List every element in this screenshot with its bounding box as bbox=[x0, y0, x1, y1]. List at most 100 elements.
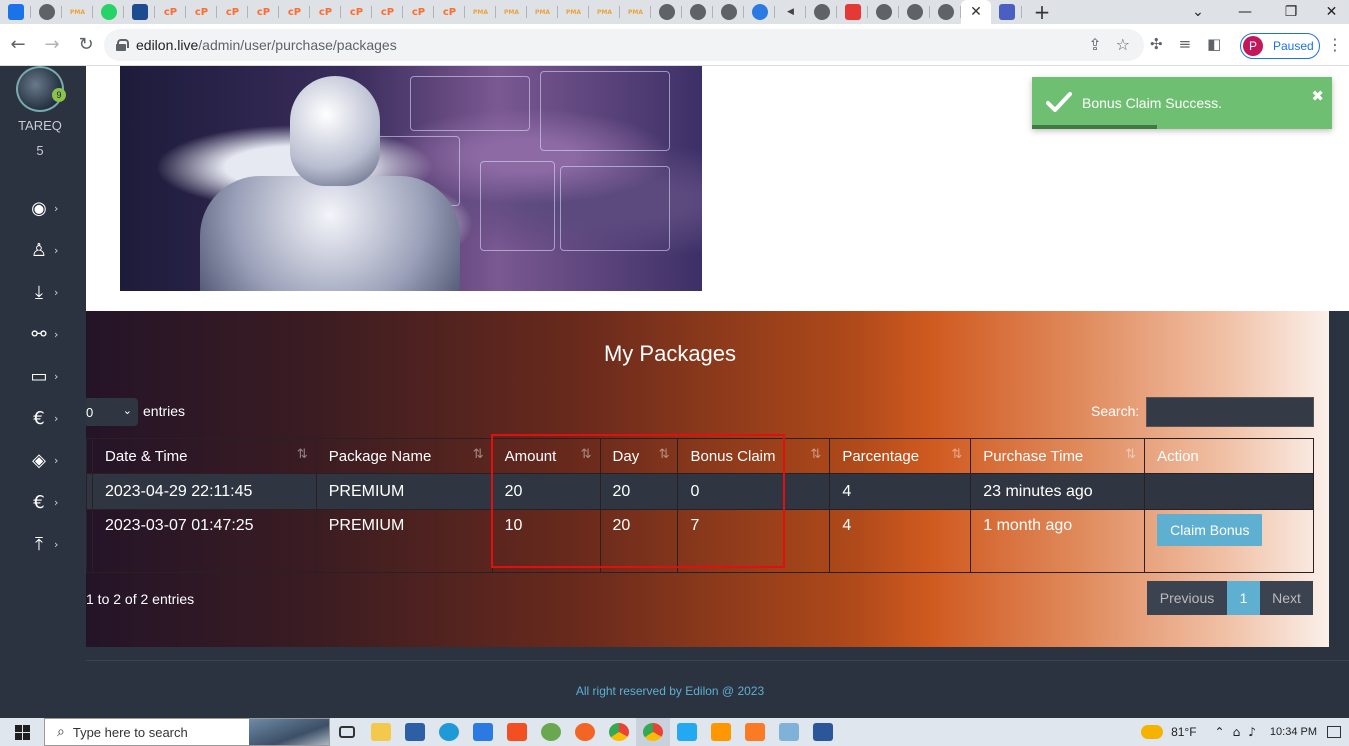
sidebar-item[interactable]: ⚯ › bbox=[28, 322, 68, 346]
sidebar-item[interactable]: ♙ › bbox=[28, 238, 68, 262]
chrome-active-icon[interactable] bbox=[636, 718, 670, 746]
browser-tab[interactable]: cP bbox=[248, 0, 279, 24]
column-header[interactable]: Purchase Time ⇅ bbox=[970, 438, 1146, 474]
sidebar-item[interactable]: ◈ › bbox=[28, 448, 68, 472]
close-window-button[interactable]: ✕ bbox=[1314, 0, 1349, 24]
sublime-icon[interactable] bbox=[704, 718, 738, 746]
store-icon[interactable] bbox=[500, 718, 534, 746]
browser-tab[interactable]: PMA bbox=[620, 0, 651, 24]
extensions-puzzle-icon[interactable]: ✣ bbox=[1150, 35, 1163, 53]
browser-tab[interactable] bbox=[124, 0, 155, 24]
bookmark-star-icon[interactable]: ☆ bbox=[1116, 35, 1130, 54]
sidebar-item[interactable]: ⤓ › bbox=[28, 280, 68, 304]
previous-button[interactable]: Previous bbox=[1147, 581, 1227, 615]
close-tab-icon[interactable]: ✕ bbox=[970, 4, 982, 20]
browser-tab[interactable]: PMA bbox=[62, 0, 93, 24]
active-tab[interactable]: ✕ bbox=[961, 0, 991, 24]
browser-tab[interactable]: cP bbox=[434, 0, 465, 24]
mail-icon[interactable] bbox=[466, 718, 500, 746]
back-arrow-icon[interactable]: ← bbox=[2, 29, 34, 61]
minimize-button[interactable]: — bbox=[1222, 0, 1268, 24]
browser-tab[interactable]: cP bbox=[310, 0, 341, 24]
column-header[interactable]: Date & Time ⇅ bbox=[91, 438, 317, 474]
taskbar-search-box[interactable]: ⌕ Type here to search bbox=[44, 718, 330, 746]
browser-tab[interactable] bbox=[651, 0, 682, 24]
volume-icon[interactable]: ♪ bbox=[1248, 725, 1256, 739]
browser-tab[interactable]: ◀ bbox=[775, 0, 806, 24]
browser-tab[interactable] bbox=[744, 0, 775, 24]
next-button[interactable]: Next bbox=[1260, 581, 1313, 615]
browser-tab[interactable] bbox=[806, 0, 837, 24]
browser-tab[interactable] bbox=[682, 0, 713, 24]
share-icon[interactable]: ⇪ bbox=[1088, 35, 1101, 54]
reload-icon[interactable]: ↻ bbox=[70, 29, 102, 61]
browser-tab[interactable]: cP bbox=[155, 0, 186, 24]
browser-tab[interactable]: PMA bbox=[558, 0, 589, 24]
browser-tab[interactable]: cP bbox=[279, 0, 310, 24]
sidebar-item[interactable]: ▭ › bbox=[28, 364, 68, 388]
browser-tab[interactable] bbox=[837, 0, 868, 24]
word-icon[interactable] bbox=[806, 718, 840, 746]
sidebar-item[interactable]: ◉ › bbox=[28, 196, 68, 220]
page-1-button[interactable]: 1 bbox=[1227, 581, 1260, 615]
download-icon: ⤓ bbox=[35, 281, 43, 303]
network-icon[interactable]: ⌂ bbox=[1233, 725, 1241, 739]
app-icon[interactable] bbox=[568, 718, 602, 746]
column-header[interactable]: Parcentage ⇅ bbox=[829, 438, 972, 474]
sidebar-item[interactable]: € › bbox=[28, 406, 68, 430]
app-icon[interactable] bbox=[534, 718, 568, 746]
browser-tab[interactable]: PMA bbox=[589, 0, 620, 24]
browser-tab[interactable] bbox=[713, 0, 744, 24]
sidebar-item[interactable]: € › bbox=[28, 490, 68, 514]
app-icon[interactable] bbox=[772, 718, 806, 746]
tray-chevron-icon[interactable]: ⌃ bbox=[1215, 725, 1225, 739]
tab-search-chevron-icon[interactable]: ⌄ bbox=[1175, 0, 1221, 24]
temperature[interactable]: 81°F bbox=[1171, 725, 1196, 739]
cell-date: 2023-03-07 01:47:25 bbox=[91, 509, 317, 573]
claim-bonus-button[interactable]: Claim Bonus bbox=[1157, 514, 1263, 546]
browser-tab[interactable]: cP bbox=[403, 0, 434, 24]
task-view-icon[interactable] bbox=[330, 718, 364, 746]
column-header[interactable]: Amount ⇅ bbox=[491, 438, 601, 474]
menu-kebab-icon[interactable]: ⋮ bbox=[1327, 35, 1343, 54]
browser-tab[interactable]: PMA bbox=[527, 0, 558, 24]
search-input[interactable] bbox=[1146, 397, 1314, 427]
browser-tab[interactable]: cP bbox=[186, 0, 217, 24]
start-button[interactable] bbox=[0, 718, 44, 746]
forward-arrow-icon[interactable]: → bbox=[36, 29, 68, 61]
browser-tab[interactable]: cP bbox=[341, 0, 372, 24]
browser-tab[interactable]: PMA bbox=[465, 0, 496, 24]
column-header[interactable]: Package Name ⇅ bbox=[315, 438, 493, 474]
reading-list-icon[interactable]: ≡ bbox=[1179, 35, 1192, 53]
browser-tab[interactable] bbox=[0, 0, 31, 24]
vscode-icon[interactable] bbox=[670, 718, 704, 746]
column-header[interactable]: Bonus Claim ⇅ bbox=[677, 438, 831, 474]
chrome-icon[interactable] bbox=[602, 718, 636, 746]
browser-tab[interactable] bbox=[31, 0, 62, 24]
toast-close-icon[interactable]: ✖ bbox=[1311, 87, 1324, 105]
profile-button[interactable]: P Paused bbox=[1240, 33, 1320, 59]
restore-button[interactable]: ❐ bbox=[1268, 0, 1314, 24]
browser-tab[interactable]: cP bbox=[217, 0, 248, 24]
browser-tab[interactable]: cP bbox=[372, 0, 403, 24]
entries-select[interactable]: 0 ⌄ bbox=[86, 398, 138, 426]
new-tab-button[interactable]: + bbox=[1022, 0, 1062, 24]
xampp-icon[interactable] bbox=[738, 718, 772, 746]
browser-tab[interactable] bbox=[868, 0, 899, 24]
sidebar-item[interactable]: ⤒ › bbox=[28, 532, 68, 556]
address-bar[interactable]: edilon.live/admin/user/purchase/packages… bbox=[104, 29, 1144, 61]
side-panel-icon[interactable]: ◧ bbox=[1207, 35, 1221, 53]
browser-tab[interactable] bbox=[930, 0, 961, 24]
browser-tab[interactable] bbox=[899, 0, 930, 24]
search-highlight-image bbox=[249, 719, 329, 745]
browser-tab[interactable]: PMA bbox=[496, 0, 527, 24]
edge-icon[interactable] bbox=[432, 718, 466, 746]
browser-tab[interactable] bbox=[93, 0, 124, 24]
file-explorer-icon[interactable] bbox=[364, 718, 398, 746]
column-header[interactable]: Day ⇅ bbox=[599, 438, 679, 474]
clock[interactable]: 10:34 PM bbox=[1270, 726, 1317, 738]
browser-tab[interactable] bbox=[991, 0, 1022, 24]
section-title: My Packages bbox=[603, 341, 737, 366]
app-icon[interactable] bbox=[398, 718, 432, 746]
notifications-icon[interactable] bbox=[1327, 726, 1341, 738]
